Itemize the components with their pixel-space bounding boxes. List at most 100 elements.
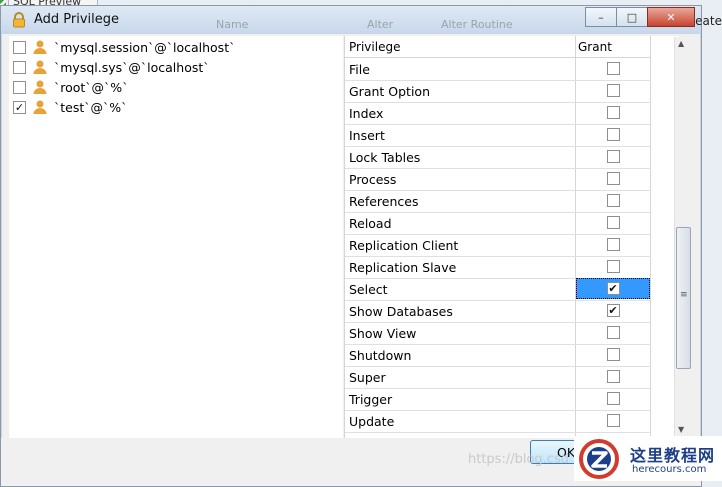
user-icon [33, 40, 47, 54]
minimize-icon: – [598, 10, 604, 24]
user-icon [33, 80, 47, 94]
privilege-name: Reload [349, 216, 392, 231]
privilege-row[interactable]: Show View [345, 322, 651, 345]
grant-cell[interactable]: ✔ [576, 278, 650, 299]
user-row[interactable]: `mysql.sys`@`localhost` [13, 57, 210, 77]
privilege-row[interactable]: Lock Tables [345, 146, 651, 169]
user-row[interactable]: ✓ `test`@`%` [13, 97, 127, 117]
grant-cell[interactable] [576, 168, 650, 189]
grant-cell[interactable]: ✔ [576, 300, 650, 321]
privilege-row[interactable]: Trigger [345, 388, 651, 411]
grant-cell[interactable] [576, 146, 650, 167]
privilege-row[interactable]: Reload [345, 212, 651, 235]
user-checkbox[interactable] [13, 60, 26, 74]
privilege-row[interactable]: File [345, 58, 651, 81]
privilege-row[interactable]: Replication Slave [345, 256, 651, 279]
grant-cell[interactable] [576, 124, 650, 145]
minimize-button[interactable]: – [585, 7, 617, 27]
privilege-row[interactable]: References [345, 190, 651, 213]
grant-cell[interactable] [576, 102, 650, 123]
privilege-row[interactable]: Insert [345, 124, 651, 147]
grant-checkbox[interactable]: ✔ [606, 304, 620, 317]
dialog-title: Add Privilege [34, 12, 120, 27]
vertical-scrollbar[interactable]: ▲ ≡ ▼ [674, 37, 691, 437]
privilege-row[interactable]: Process [345, 168, 651, 191]
grant-cell[interactable] [576, 322, 650, 343]
privilege-name: Insert [349, 128, 385, 143]
user-label: `root`@`%` [54, 79, 129, 95]
grant-checkbox[interactable] [606, 348, 620, 361]
grant-checkbox[interactable] [606, 326, 620, 339]
grant-cell[interactable] [576, 190, 650, 211]
user-checkbox[interactable] [13, 40, 26, 54]
grant-cell[interactable] [576, 366, 650, 387]
grant-checkbox[interactable] [606, 260, 620, 273]
grid-header: Privilege Grant [345, 36, 651, 58]
privilege-name: Lock Tables [349, 150, 421, 165]
bg-col-alter-routine: Alter Routine [441, 18, 513, 31]
grant-cell[interactable] [576, 80, 650, 101]
bg-col-alter: Alter [367, 18, 394, 31]
grant-checkbox[interactable] [606, 414, 620, 427]
grant-checkbox[interactable] [606, 238, 620, 251]
grant-checkbox[interactable] [606, 62, 620, 75]
column-header-grant[interactable]: Grant [578, 40, 612, 54]
privilege-name: Super [349, 370, 386, 385]
privilege-row[interactable]: Index [345, 102, 651, 125]
badge-cn-text: 这里教程网 [630, 446, 716, 465]
privilege-row[interactable]: Show Databases ✔ [345, 300, 651, 323]
privilege-name: Grant Option [349, 84, 430, 99]
privilege-row[interactable]: Super [345, 366, 651, 389]
site-badge: 这里教程网 herecours.com [574, 436, 722, 481]
user-row[interactable]: `mysql.session`@`localhost` [13, 37, 235, 57]
grant-checkbox[interactable] [606, 216, 620, 229]
title-bar[interactable]: Add Privilege Name Alter Alter Routine –… [1, 6, 701, 34]
scroll-down-icon[interactable]: ▼ [678, 425, 684, 434]
user-list: `mysql.session`@`localhost` `mysql.sys`@`… [9, 36, 343, 438]
grant-checkbox[interactable] [606, 150, 620, 163]
user-icon [33, 100, 47, 114]
grant-cell[interactable] [576, 344, 650, 365]
user-label: `mysql.session`@`localhost` [54, 39, 236, 55]
user-label: `test`@`%` [54, 99, 128, 115]
site-logo-icon [579, 439, 619, 479]
scroll-thumb[interactable]: ≡ [676, 227, 691, 369]
grant-checkbox[interactable] [606, 172, 620, 185]
privilege-name: Process [349, 172, 397, 187]
grip-icon: ≡ [680, 290, 688, 300]
add-privilege-dialog: Add Privilege Name Alter Alter Routine –… [0, 5, 702, 487]
grant-checkbox[interactable] [606, 128, 620, 141]
grant-checkbox[interactable] [606, 392, 620, 405]
user-checkbox[interactable]: ✓ [13, 100, 26, 114]
column-header-privilege[interactable]: Privilege [349, 40, 400, 54]
privilege-name: Index [349, 106, 384, 121]
grant-cell[interactable] [576, 388, 650, 409]
lock-icon [13, 12, 25, 28]
watermark-url: https://blog.csd [468, 452, 569, 467]
maximize-button[interactable]: □ [616, 7, 648, 27]
privilege-row[interactable]: Replication Client [345, 234, 651, 257]
grant-cell[interactable] [576, 410, 650, 431]
grant-checkbox[interactable]: ✔ [606, 282, 620, 295]
grant-cell[interactable] [576, 212, 650, 233]
user-checkbox[interactable] [13, 80, 26, 94]
grant-checkbox[interactable] [606, 194, 620, 207]
user-row[interactable]: `root`@`%` [13, 77, 128, 97]
privilege-row[interactable]: Grant Option [345, 80, 651, 103]
privilege-row[interactable]: Select ✔ [345, 278, 651, 301]
grant-checkbox[interactable] [606, 84, 620, 97]
privilege-name: Show View [349, 326, 417, 341]
privilege-row[interactable]: Update [345, 410, 651, 433]
close-button[interactable]: ✕ [647, 7, 695, 27]
grant-cell[interactable] [576, 58, 650, 79]
background-create-label: eate [695, 14, 722, 28]
window-controls: – □ ✕ [585, 7, 695, 27]
privilege-row[interactable]: Shutdown [345, 344, 651, 367]
scroll-up-icon[interactable]: ▲ [678, 39, 684, 48]
privilege-name: References [349, 194, 419, 209]
privilege-grid: Privilege Grant File Grant Option Index Ins… [344, 36, 679, 438]
grant-cell[interactable] [576, 234, 650, 255]
grant-checkbox[interactable] [606, 106, 620, 119]
grant-cell[interactable] [576, 256, 650, 277]
grant-checkbox[interactable] [606, 370, 620, 383]
